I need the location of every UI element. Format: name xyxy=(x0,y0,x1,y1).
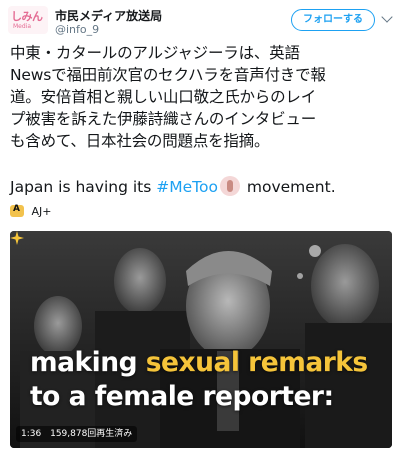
avatar-logo-sub: Media xyxy=(13,23,32,30)
video-source[interactable]: AJ+ xyxy=(10,204,52,221)
user-handle[interactable]: @info_9 xyxy=(55,23,99,36)
tweet-line: 中東・カタールのアルジャジーラは、英語 xyxy=(10,44,300,62)
tweet-line: プ被害を訴えた伊藤詩織さんのインタビュー xyxy=(10,110,317,128)
source-name: AJ+ xyxy=(31,205,52,218)
raised-hand-icon xyxy=(219,176,240,196)
video-frame xyxy=(10,231,392,448)
tweet-header: しみん Media 市民メディア放送局 @info_9 フォローする xyxy=(8,4,393,38)
video-duration: 1:36 xyxy=(21,429,42,439)
sparkle-icon xyxy=(10,231,24,245)
video-player[interactable]: making sexual remarks to a female report… xyxy=(10,231,392,448)
video-caption-line2: to a female reporter: xyxy=(30,381,334,412)
avatar-logo-text: しみん xyxy=(11,10,43,23)
avatar[interactable]: しみん Media xyxy=(8,6,48,34)
aj-logo-icon xyxy=(10,204,24,217)
english-suffix: movement. xyxy=(241,178,336,196)
caption-highlight: sexual remarks xyxy=(145,347,368,378)
tweet-line: Newsで福田前次官のセクハラを音声付きで報 xyxy=(10,66,326,84)
tweet-line: 道。安倍首相と親しい山口敬之氏からのレイ xyxy=(10,88,317,106)
follow-button[interactable]: フォローする xyxy=(291,9,375,31)
english-prefix: Japan is having its xyxy=(10,178,157,196)
tweet-line: も含めて、日本社会の問題点を指摘。 xyxy=(10,132,270,150)
hashtag-link[interactable]: #MeToo xyxy=(156,178,218,196)
caption-text: making xyxy=(30,347,146,378)
tweet-english-line: Japan is having its #MeToo movement. xyxy=(10,176,336,196)
video-meta: 1:36 159,878回再生済み xyxy=(16,426,138,442)
tweet-text: 中東・カタールのアルジャジーラは、英語 Newsで福田前次官のセクハラを音声付き… xyxy=(10,42,394,152)
video-caption-line1: making sexual remarks xyxy=(30,347,368,378)
display-name[interactable]: 市民メディア放送局 xyxy=(55,7,162,24)
view-count: 159,878回再生済み xyxy=(50,429,133,439)
chevron-down-icon[interactable] xyxy=(381,11,393,23)
